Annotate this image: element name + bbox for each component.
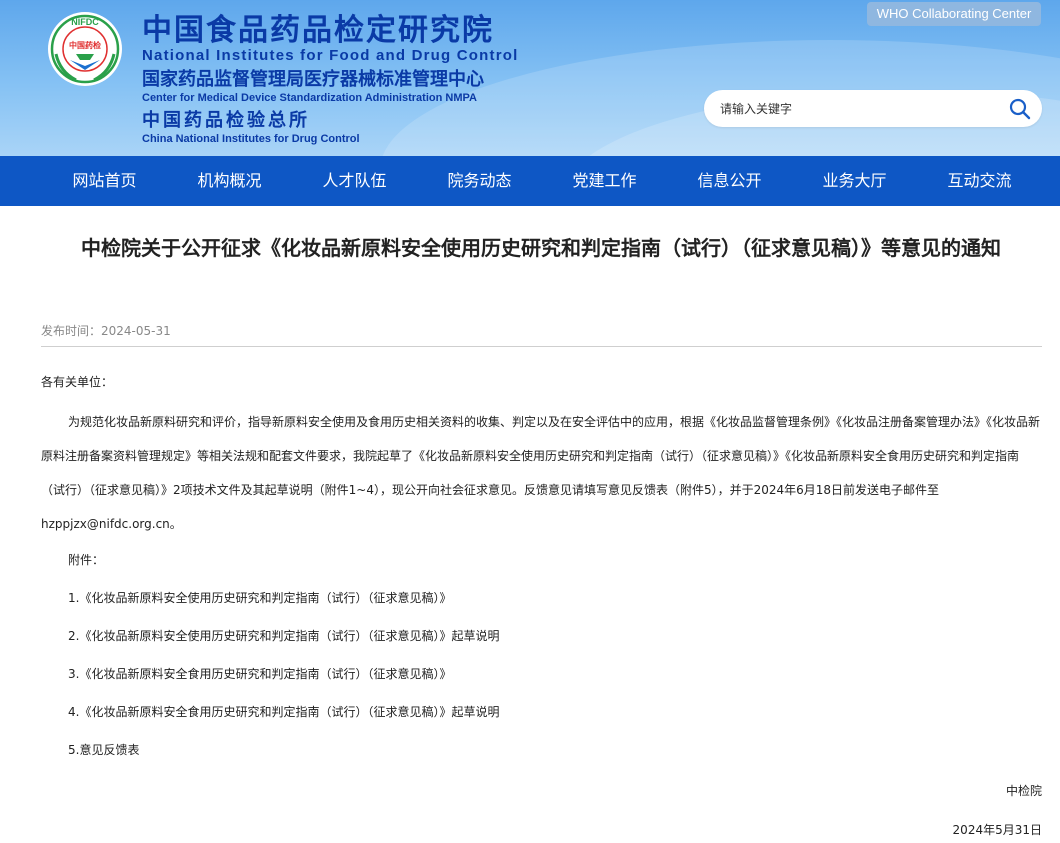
search-icon[interactable] xyxy=(1008,97,1032,121)
article-title: 中检院关于公开征求《化妆品新原料安全使用历史研究和判定指南（试行）（征求意见稿）… xyxy=(81,236,1001,260)
site-subtitle-cn: 国家药品监督管理局医疗器械标准管理中心 xyxy=(142,69,484,90)
attachment-link-2[interactable]: 2.《化妆品新原料安全使用历史研究和判定指南（试行）（征求意见稿）》起草说明 xyxy=(68,617,1042,655)
site-title-cn: 中国食品药品检定研究院 xyxy=(142,13,494,48)
signature: 中检院 xyxy=(1005,784,1042,798)
site-title-en: National Institutes for Food and Drug Co… xyxy=(142,47,519,64)
salutation: 各有关单位： xyxy=(41,375,114,389)
nav-item-party[interactable]: 党建工作 xyxy=(542,156,667,206)
signature-date: 2024年5月31日 xyxy=(952,823,1042,837)
svg-text:NIFDC: NIFDC xyxy=(71,17,99,27)
attachments-label: 附件： xyxy=(68,553,105,567)
nifdc-logo-icon[interactable]: NIFDC 中国药检 xyxy=(46,10,124,88)
nav-item-services[interactable]: 业务大厅 xyxy=(792,156,917,206)
article-body: 各有关单位： 为规范化妆品新原料研究和评价，指导新原料安全使用及食用历史相关资料… xyxy=(41,368,1042,769)
article-paragraph: 为规范化妆品新原料研究和评价，指导新原料安全使用及食用历史相关资料的收集、判定以… xyxy=(41,415,1041,531)
nav-item-talent[interactable]: 人才队伍 xyxy=(292,156,417,206)
attachment-link-1[interactable]: 1.《化妆品新原料安全使用历史研究和判定指南（试行）（征求意见稿）》 xyxy=(68,579,1042,617)
nav-item-news[interactable]: 院务动态 xyxy=(417,156,542,206)
svg-text:中国药检: 中国药检 xyxy=(69,40,101,50)
nav-item-home[interactable]: 网站首页 xyxy=(42,156,167,206)
attachment-link-5[interactable]: 5.意见反馈表 xyxy=(68,731,1042,769)
nav-item-about[interactable]: 机构概况 xyxy=(167,156,292,206)
attachment-link-3[interactable]: 3.《化妆品新原料安全食用历史研究和判定指南（试行）（征求意见稿）》 xyxy=(68,655,1042,693)
site-title-block: 中国食品药品检定研究院 National Institutes for Food… xyxy=(142,14,518,146)
site-subtitle2-en: China National Institutes for Drug Contr… xyxy=(142,133,360,145)
main-nav: 网站首页 机构概况 人才队伍 院务动态 党建工作 信息公开 业务大厅 互动交流 xyxy=(0,156,1060,206)
site-header: NIFDC 中国药检 中国食品药品检定研究院 National Institut… xyxy=(0,0,1060,156)
title-divider xyxy=(41,346,1042,347)
attachment-list: 1.《化妆品新原料安全使用历史研究和判定指南（试行）（征求意见稿）》 2.《化妆… xyxy=(41,579,1042,769)
search-input[interactable] xyxy=(720,96,1000,121)
publish-date: 发布时间：2024-05-31 xyxy=(41,324,171,338)
site-subtitle2-cn: 中国药品检验总所 xyxy=(142,110,310,131)
who-collaborating-center-link[interactable]: WHO Collaborating Center xyxy=(867,2,1041,26)
nav-item-interaction[interactable]: 互动交流 xyxy=(917,156,1042,206)
nav-item-disclosure[interactable]: 信息公开 xyxy=(667,156,792,206)
attachment-link-4[interactable]: 4.《化妆品新原料安全食用历史研究和判定指南（试行）（征求意见稿）》起草说明 xyxy=(68,693,1042,731)
search-box xyxy=(704,90,1042,127)
site-subtitle-en: Center for Medical Device Standardizatio… xyxy=(142,92,477,104)
